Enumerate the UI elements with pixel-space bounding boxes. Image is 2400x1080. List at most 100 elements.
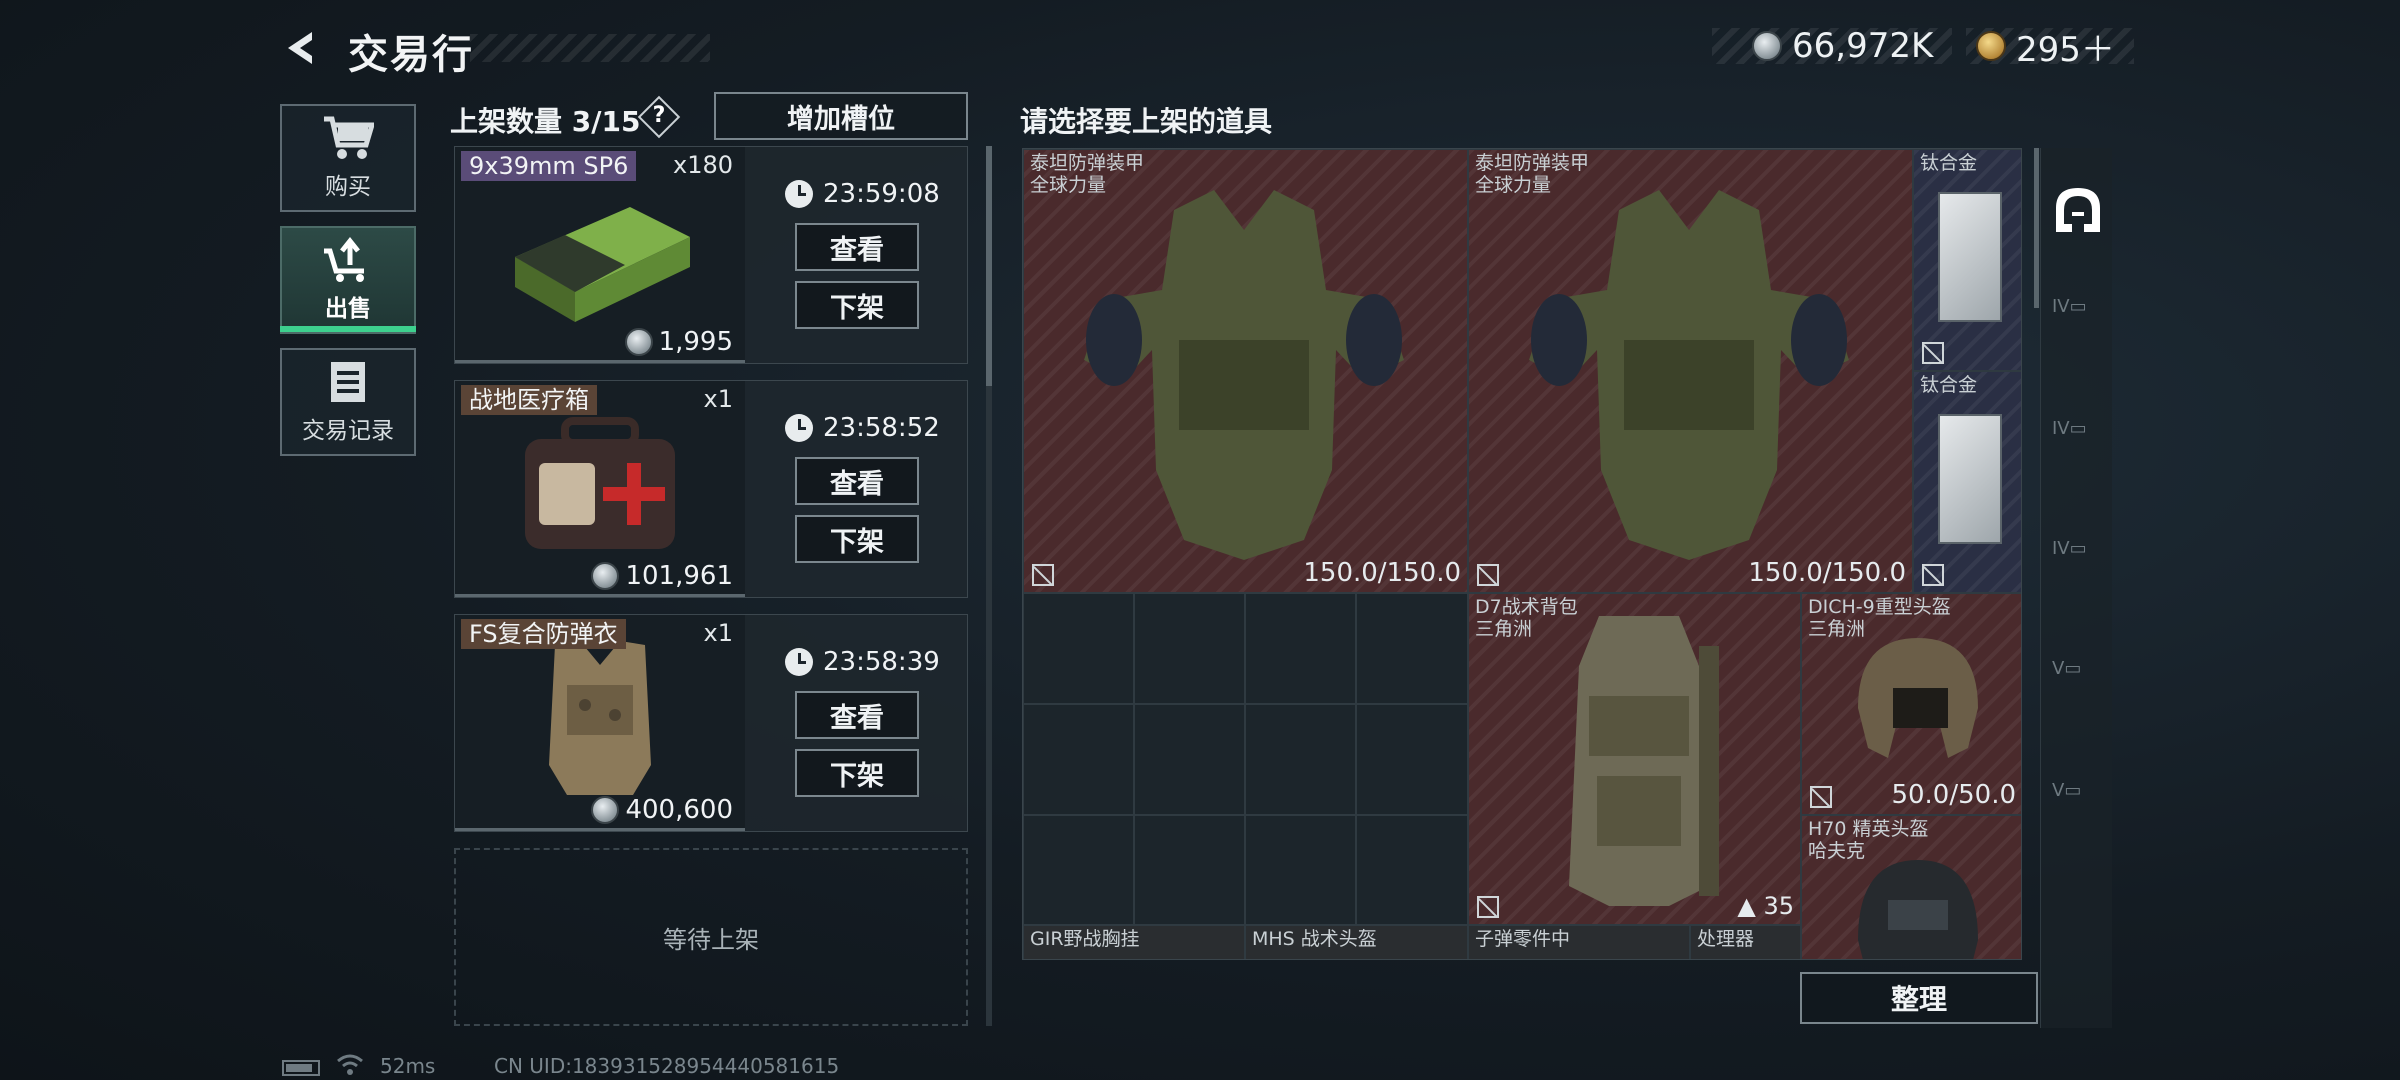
nav-sell-button[interactable]: 出售 — [280, 226, 416, 334]
listing-timer-value: 23:58:52 — [823, 413, 940, 443]
item-name: 子弹零件中 — [1475, 928, 1571, 950]
titanium-plate-icon — [1938, 192, 2002, 322]
item-name: 钛合金 — [1920, 374, 1978, 396]
inventory-empty-cell — [1134, 704, 1245, 815]
inventory-item[interactable]: 钛合金 — [1913, 149, 2021, 371]
arrange-button[interactable]: 整理 — [1800, 972, 2038, 1024]
currency-gold[interactable]: 295＋ — [1966, 28, 2134, 70]
filter-tier-label: V — [2052, 780, 2065, 801]
item-name-text: DICH-9重型头盔 — [1808, 596, 1951, 618]
inventory-grid: 泰坦防弹装甲 全球力量 150.0/150.0 泰坦防弹装甲 全球力量 150.… — [1022, 148, 2022, 960]
listing-card: 战地医疗箱 x1 101,961 23:58:52 查看 下架 — [454, 380, 968, 598]
inventory-item[interactable]: DICH-9重型头盔 三角洲 50.0/50.0 — [1801, 593, 2021, 815]
inventory-empty-cell — [1134, 593, 1245, 704]
weight-icon: ▲ — [1737, 892, 1756, 920]
view-button[interactable]: 查看 — [795, 223, 919, 271]
filter-tier-label: IV — [2052, 296, 2070, 317]
listing-name: 9x39mm SP6 — [461, 151, 637, 181]
currency-gold-value: 295＋ — [2016, 29, 2115, 70]
inventory-scrollbar[interactable] — [2034, 148, 2039, 308]
inventory-item[interactable]: 子弹零件中 — [1468, 925, 1690, 959]
listing-qty: x180 — [672, 151, 733, 179]
nav-buy-button[interactable]: 购买 — [280, 104, 416, 212]
item-name: GIR野战胸挂 — [1030, 928, 1140, 950]
delist-button[interactable]: 下架 — [795, 515, 919, 563]
nav-active-indicator — [280, 326, 416, 332]
add-slot-button[interactable]: 增加槽位 — [714, 92, 968, 140]
filter-armor-iv-icon[interactable]: IV▭ — [2052, 296, 2106, 350]
battery-icon — [282, 1060, 320, 1076]
no-trade-icon — [1922, 342, 1944, 364]
empty-listing-slot[interactable]: 等待上架 — [454, 848, 968, 1026]
inventory-item[interactable]: H70 精英头盔 哈夫克 — [1801, 815, 2021, 959]
inventory-empty-cell — [1356, 593, 1468, 704]
listing-timer: 23:58:52 — [785, 413, 940, 443]
listing-price-value: 101,961 — [625, 561, 733, 591]
all-items-filter-icon[interactable] — [2050, 182, 2106, 238]
listing-qty: x1 — [703, 619, 733, 647]
view-button[interactable]: 查看 — [795, 457, 919, 505]
cart-icon — [324, 116, 374, 159]
item-durability: 150.0/150.0 — [1748, 558, 1906, 588]
item-capacity-value: 35 — [1763, 892, 1794, 920]
item-name: 处理器 — [1697, 928, 1755, 950]
inventory-empty-cell — [1356, 704, 1468, 815]
listing-name: FS复合防弹衣 — [461, 619, 626, 649]
inventory-item[interactable]: MHS 战术头盔 — [1245, 925, 1468, 959]
no-trade-icon — [1032, 564, 1054, 586]
filter-part-v-icon[interactable]: V▭ — [2052, 780, 2106, 834]
no-trade-icon — [1810, 786, 1832, 808]
inventory-item[interactable]: GIR野战胸挂 — [1023, 925, 1245, 959]
clock-icon — [785, 180, 813, 208]
listing-scrollbar-thumb[interactable] — [986, 146, 992, 386]
help-icon-glyph: ? — [652, 103, 666, 128]
inventory-item[interactable]: 泰坦防弹装甲 全球力量 150.0/150.0 — [1023, 149, 1468, 593]
inventory-item[interactable]: 处理器 — [1690, 925, 1801, 959]
silver-coin-icon — [624, 328, 653, 356]
delist-button[interactable]: 下架 — [795, 281, 919, 329]
gold-coin-icon — [1976, 31, 2006, 61]
helmet-icon — [1858, 638, 1978, 758]
item-name: MHS 战术头盔 — [1252, 928, 1377, 950]
listing-price-value: 1,995 — [658, 327, 733, 357]
inventory-item[interactable]: 钛合金 — [1913, 371, 2021, 593]
filter-helmet-iv-icon[interactable]: IV▭ — [2052, 418, 2106, 472]
no-trade-icon — [1477, 896, 1499, 918]
item-name: 钛合金 — [1920, 152, 1978, 174]
listing-price: 400,600 — [591, 795, 733, 825]
listing-card: 9x39mm SP6 x180 1,995 23:59:08 查看 下架 — [454, 146, 968, 364]
title-decoration — [470, 34, 710, 62]
nav-history-label: 交易记录 — [302, 418, 394, 444]
ping-label: 52ms — [380, 1054, 436, 1078]
nav-buy-label: 购买 — [325, 174, 371, 200]
filter-weapon-v-icon[interactable]: V▭ — [2052, 658, 2106, 712]
filter-tier-label: V — [2052, 658, 2065, 679]
silver-coin-icon — [1752, 31, 1782, 61]
currency-silver-value: 66,972K — [1792, 26, 1934, 66]
titanium-plate-icon — [1938, 414, 2002, 544]
silver-coin-icon — [591, 796, 620, 824]
listing-card: FS复合防弹衣 x1 400,600 23:58:39 查看 下架 — [454, 614, 968, 832]
titan-armor-icon — [1084, 190, 1404, 560]
item-durability: 50.0/50.0 — [1891, 780, 2016, 810]
back-arrow-icon[interactable] — [282, 28, 322, 68]
page-title: 交易行 — [348, 32, 474, 78]
filter-bag-iv-icon[interactable]: IV▭ — [2052, 538, 2106, 592]
document-icon — [331, 362, 365, 402]
uid-label: CN UID:183931528954440581615 — [494, 1054, 840, 1078]
silver-coin-icon — [591, 562, 620, 590]
no-trade-icon — [1922, 564, 1944, 586]
wifi-icon — [337, 1054, 363, 1075]
inventory-empty-cell — [1023, 593, 1134, 704]
inventory-item[interactable]: D7战术背包 三角洲 ▲ 35 — [1468, 593, 1801, 925]
inventory-empty-cell — [1245, 593, 1356, 704]
inventory-empty-cell — [1134, 815, 1245, 925]
listing-price: 1,995 — [624, 327, 733, 357]
delist-button[interactable]: 下架 — [795, 749, 919, 797]
filter-tier-label: IV — [2052, 418, 2070, 439]
inventory-item[interactable]: 泰坦防弹装甲 全球力量 150.0/150.0 — [1468, 149, 1913, 593]
clock-icon — [785, 414, 813, 442]
view-button[interactable]: 查看 — [795, 691, 919, 739]
listing-price-value: 400,600 — [625, 795, 733, 825]
nav-history-button[interactable]: 交易记录 — [280, 348, 416, 456]
